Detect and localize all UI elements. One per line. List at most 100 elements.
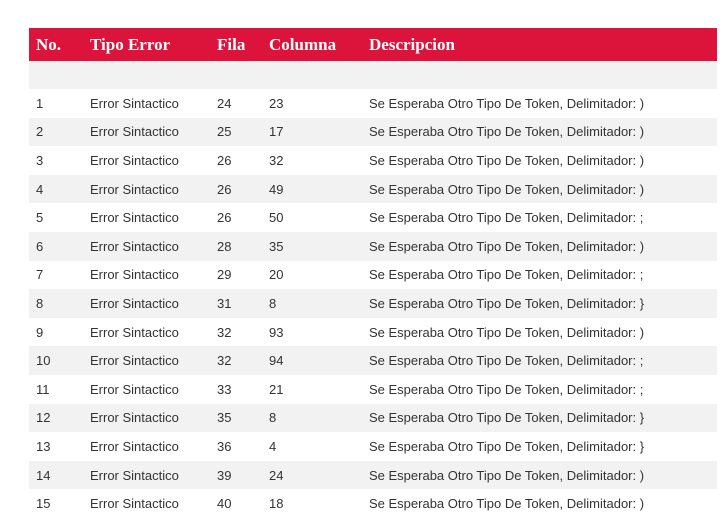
header-columna: Columna (269, 34, 337, 54)
cell-descripcion: Se Esperaba Otro Tipo De Token, Delimita… (369, 181, 645, 197)
cell-no: 15 (36, 496, 51, 512)
cell-descripcion: Se Esperaba Otro Tipo De Token, Delimita… (369, 267, 644, 283)
cell-no: 9 (36, 324, 44, 340)
cell-fila: 25 (217, 124, 232, 140)
cell-descripcion: Se Esperaba Otro Tipo De Token, Delimita… (369, 353, 644, 369)
cell-columna: 23 (269, 95, 284, 111)
cell-fila: 32 (217, 353, 232, 369)
cell-fila: 26 (217, 152, 232, 168)
cell-descripcion: Se Esperaba Otro Tipo De Token, Delimita… (369, 295, 645, 311)
cell-tipo-error: Error Sintactico (90, 267, 179, 283)
table-row: 2 Error Sintactico 25 17 Se Esperaba Otro Ti… (29, 117, 717, 147)
cell-tipo-error: Error Sintactico (90, 467, 179, 483)
cell-descripcion: Se Esperaba Otro Tipo De Token, Delimita… (369, 324, 645, 340)
cell-columna: 94 (269, 353, 284, 369)
cell-no: 11 (36, 381, 50, 397)
cell-columna: 21 (269, 381, 284, 397)
table-header: No. Tipo Error Fila Columna Descripcion (29, 28, 717, 61)
cell-descripcion: Se Esperaba Otro Tipo De Token, Delimita… (369, 95, 645, 111)
cell-no: 1 (36, 95, 44, 111)
cell-no: 7 (36, 267, 44, 283)
cell-descripcion: Se Esperaba Otro Tipo De Token, Delimita… (369, 410, 645, 426)
cell-fila: 26 (217, 210, 232, 226)
cell-tipo-error: Error Sintactico (90, 152, 179, 168)
cell-no: 6 (36, 238, 44, 254)
cell-columna: 8 (269, 410, 277, 426)
cell-tipo-error: Error Sintactico (90, 124, 179, 140)
cell-fila: 32 (217, 324, 232, 340)
cell-columna: 20 (269, 267, 284, 283)
blank-cell (90, 61, 217, 89)
header-tipo-error: Tipo Error (90, 34, 171, 54)
errors-table: No. Tipo Error Fila Columna Descripcion … (29, 28, 717, 518)
table-row: 1 Error Sintactico 24 23 Se Esperaba Otro Ti… (29, 89, 717, 118)
cell-no: 3 (36, 152, 44, 168)
cell-columna: 18 (269, 496, 284, 512)
cell-tipo-error: Error Sintactico (90, 438, 179, 454)
cell-no: 12 (36, 410, 51, 426)
cell-fila: 40 (217, 496, 232, 512)
cell-tipo-error: Error Sintactico (90, 181, 179, 197)
cell-no: 5 (36, 210, 44, 226)
cell-fila: 31 (217, 295, 232, 311)
table-row: 9 Error Sintactico 32 93 Se Esperaba Otro Ti… (29, 317, 717, 347)
cell-fila: 36 (217, 438, 232, 454)
page: { "table": { "headers": ["No.", "Tipo Er… (0, 0, 726, 518)
table-row: 15 Error Sintactico 40 18 Se Esperaba Otro T… (29, 489, 717, 518)
errors-table-container: No. Tipo Error Fila Columna Descripcion … (29, 28, 717, 518)
blank-cell (369, 61, 717, 89)
cell-tipo-error: Error Sintactico (90, 353, 179, 369)
blank-cell (217, 61, 269, 89)
blank-cell (269, 61, 369, 89)
table-row: 5 Error Sintactico 26 50 Se Esperaba Otro Ti… (29, 203, 717, 232)
table-row: 8 Error Sintactico 31 8 Se Esperaba Otro Tip… (29, 289, 717, 318)
cell-columna: 49 (269, 181, 284, 197)
cell-no: 4 (36, 181, 44, 197)
table-row: 14 Error Sintactico 39 24 Se Esperaba Otro T… (29, 460, 717, 490)
cell-fila: 26 (217, 181, 232, 197)
cell-tipo-error: Error Sintactico (90, 410, 179, 426)
header-descripcion: Descripcion (369, 34, 455, 54)
cell-fila: 35 (217, 410, 232, 426)
cell-no: 10 (36, 353, 51, 369)
cell-descripcion: Se Esperaba Otro Tipo De Token, Delimita… (369, 381, 644, 397)
table-row: 3 Error Sintactico 26 32 Se Esperaba Otro Ti… (29, 146, 717, 175)
cell-descripcion: Se Esperaba Otro Tipo De Token, Delimita… (369, 124, 645, 140)
table-row: 12 Error Sintactico 35 8 Se Esperaba Otro Ti… (29, 403, 717, 433)
header-row: No. Tipo Error Fila Columna Descripcion (29, 28, 717, 61)
cell-columna: 24 (269, 467, 284, 483)
cell-columna: 32 (269, 152, 284, 168)
cell-descripcion: Se Esperaba Otro Tipo De Token, Delimita… (369, 210, 644, 226)
cell-columna: 4 (269, 438, 277, 454)
cell-descripcion: Se Esperaba Otro Tipo De Token, Delimita… (369, 438, 645, 454)
cell-tipo-error: Error Sintactico (90, 238, 179, 254)
header-fila: Fila (217, 34, 246, 54)
cell-descripcion: Se Esperaba Otro Tipo De Token, Delimita… (369, 152, 645, 168)
cell-no: 8 (36, 295, 44, 311)
cell-tipo-error: Error Sintactico (90, 381, 179, 397)
cell-no: 2 (36, 124, 44, 140)
cell-tipo-error: Error Sintactico (90, 95, 179, 111)
cell-no: 13 (36, 438, 51, 454)
cell-columna: 35 (269, 238, 284, 254)
cell-tipo-error: Error Sintactico (90, 295, 179, 311)
blank-row (29, 61, 717, 89)
cell-columna: 50 (269, 210, 284, 226)
cell-descripcion: Se Esperaba Otro Tipo De Token, Delimita… (369, 467, 645, 483)
cell-fila: 29 (217, 267, 232, 283)
cell-fila: 39 (217, 467, 232, 483)
cell-descripcion: Se Esperaba Otro Tipo De Token, Delimita… (369, 238, 645, 254)
table-row: 11 Error Sintactico 33 21 Se Esperaba Otro T… (29, 374, 717, 404)
cell-no: 14 (36, 467, 51, 483)
cell-tipo-error: Error Sintactico (90, 496, 179, 512)
blank-cell (29, 61, 90, 89)
table-row: 10 Error Sintactico 32 94 Se Esperaba Otro T… (29, 346, 717, 375)
cell-fila: 33 (217, 381, 232, 397)
cell-columna: 93 (269, 324, 284, 340)
cell-columna: 8 (269, 295, 277, 311)
cell-descripcion: Se Esperaba Otro Tipo De Token, Delimita… (369, 496, 645, 512)
cell-tipo-error: Error Sintactico (90, 210, 179, 226)
cell-tipo-error: Error Sintactico (90, 324, 179, 340)
table-row: 13 Error Sintactico 36 4 Se Esperaba Otro Ti… (29, 432, 717, 461)
cell-fila: 28 (217, 238, 232, 254)
